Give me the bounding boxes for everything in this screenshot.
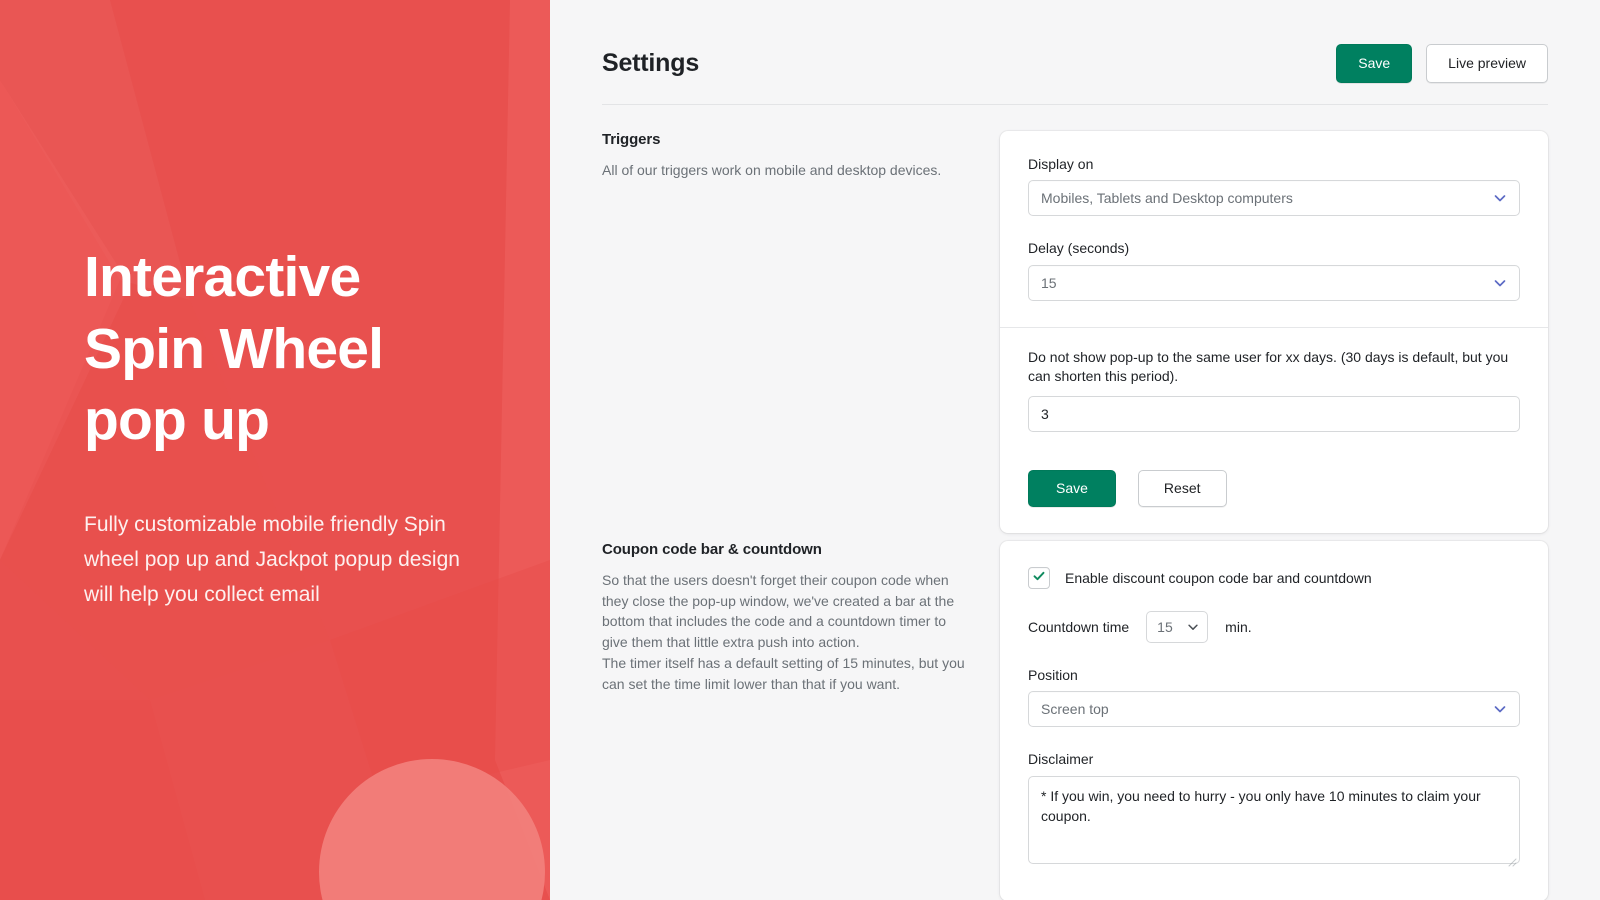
frequency-label: Do not show pop-up to the same user for …	[1028, 348, 1509, 385]
check-icon	[1032, 569, 1046, 588]
position-select[interactable]: Screen top	[1028, 691, 1520, 728]
delay-select[interactable]: 15	[1028, 264, 1520, 301]
triggers-save-button[interactable]: Save	[1028, 470, 1116, 508]
header-divider	[602, 104, 1548, 105]
field-disclaimer: Disclaimer	[1028, 749, 1520, 868]
display-on-select[interactable]: Mobiles, Tablets and Desktop computers	[1028, 180, 1520, 217]
display-on-label: Display on	[1028, 156, 1094, 172]
field-position: Position Screen top	[1028, 665, 1520, 728]
triggers-card: Display on Mobiles, Tablets and Desktop …	[1000, 131, 1548, 534]
display-on-select-wrap: Mobiles, Tablets and Desktop computers	[1028, 180, 1520, 217]
countdown-suffix-label: min.	[1225, 619, 1252, 635]
position-label: Position	[1028, 667, 1078, 683]
section-coupon-description-1: So that the users doesn't forget their c…	[602, 572, 955, 651]
section-coupon-description-2: The timer itself has a default setting o…	[602, 654, 965, 692]
frequency-input[interactable]	[1028, 396, 1520, 433]
hero-title: Interactive Spin Wheel pop up	[84, 244, 384, 453]
live-preview-button[interactable]: Live preview	[1426, 44, 1548, 83]
countdown-select[interactable]: 15	[1146, 611, 1209, 643]
enable-coupon-row: Enable discount coupon code bar and coun…	[1028, 567, 1520, 589]
header-actions: Save Live preview	[1336, 44, 1548, 83]
app-root: Interactive Spin Wheel pop up Fully cust…	[0, 0, 1600, 900]
disclaimer-textarea[interactable]	[1028, 775, 1520, 864]
enable-coupon-checkbox[interactable]	[1028, 567, 1050, 589]
countdown-prefix-label: Countdown time	[1028, 619, 1130, 635]
countdown-value: 15	[1157, 619, 1173, 635]
section-triggers-heading: Triggers	[602, 131, 661, 148]
display-on-value: Mobiles, Tablets and Desktop computers	[1041, 190, 1293, 207]
disclaimer-textarea-wrap	[1028, 775, 1520, 869]
delay-select-wrap: 15	[1028, 264, 1520, 301]
page-header: Settings Save Live preview	[602, 44, 1548, 83]
section-triggers-description: All of our triggers work on mobile and d…	[602, 162, 942, 178]
delay-value: 15	[1041, 274, 1057, 291]
delay-label: Delay (seconds)	[1028, 240, 1130, 257]
disclaimer-label: Disclaimer	[1028, 751, 1094, 768]
hero-content: Interactive Spin Wheel pop up Fully cust…	[0, 0, 550, 900]
page-title: Settings	[602, 48, 700, 77]
countdown-time-row: Countdown time 15 min.	[1028, 611, 1520, 643]
countdown-select-wrap: 15	[1146, 611, 1209, 643]
settings-content: Settings Save Live preview Triggers All …	[550, 0, 1600, 900]
section-triggers: Triggers All of our triggers work on mob…	[602, 131, 1548, 534]
triggers-reset-button[interactable]: Reset	[1137, 470, 1227, 508]
field-frequency: Do not show pop-up to the same user for …	[1028, 348, 1520, 433]
field-display-on: Display on Mobiles, Tablets and Desktop …	[1028, 154, 1520, 217]
hero-subtitle: Fully customizable mobile friendly Spin …	[84, 513, 460, 607]
position-select-wrap: Screen top	[1028, 691, 1520, 728]
field-delay: Delay (seconds) 15	[1028, 238, 1520, 301]
triggers-card-divider	[1000, 326, 1548, 328]
hero-panel: Interactive Spin Wheel pop up Fully cust…	[0, 0, 550, 900]
section-triggers-label: Triggers All of our triggers work on mob…	[602, 131, 1000, 533]
section-coupon-heading: Coupon code bar & countdown	[602, 541, 822, 558]
triggers-button-row: Save Reset	[1028, 470, 1520, 508]
header-save-button[interactable]: Save	[1336, 44, 1413, 83]
coupon-card: Enable discount coupon code bar and coun…	[1000, 541, 1548, 900]
section-coupon-bar: Coupon code bar & countdown So that the …	[602, 541, 1548, 900]
position-value: Screen top	[1041, 701, 1109, 718]
section-coupon-label: Coupon code bar & countdown So that the …	[602, 541, 1000, 900]
enable-coupon-label: Enable discount coupon code bar and coun…	[1065, 570, 1372, 586]
